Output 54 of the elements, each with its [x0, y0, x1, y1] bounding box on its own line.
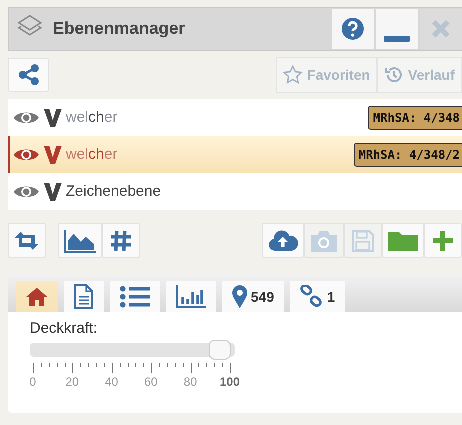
layer-row[interactable]: Zeichenebene	[8, 173, 462, 210]
save-icon	[351, 228, 375, 252]
help-icon	[341, 17, 365, 41]
folder-button[interactable]	[382, 223, 424, 258]
layer-badge: MRhSA: 4/348	[368, 106, 462, 130]
document-tab[interactable]	[64, 281, 104, 312]
scale-label: 80	[184, 375, 198, 389]
opacity-label: Deckkraft:	[30, 320, 99, 337]
list-icon	[120, 286, 150, 308]
pin-tab[interactable]: 549	[222, 281, 284, 312]
minimize-icon	[384, 36, 410, 42]
vector-icon	[43, 182, 63, 202]
upload-button[interactable]	[262, 223, 304, 258]
share-icon	[18, 64, 40, 86]
camera-icon	[309, 228, 339, 252]
history-icon	[384, 65, 404, 85]
layer-name: welcher	[66, 146, 118, 163]
swap-icon	[14, 230, 40, 250]
add-button[interactable]	[424, 223, 462, 258]
help-button[interactable]	[332, 9, 374, 49]
layer-row[interactable]: welcher MRhSA: 4/348	[8, 99, 462, 136]
opacity-slider[interactable]	[30, 343, 235, 357]
scale-label: 40	[105, 375, 118, 389]
scale-label: 100	[220, 375, 240, 389]
home-tab[interactable]	[16, 281, 58, 312]
cloud-upload-icon	[267, 228, 299, 252]
grid-button[interactable]	[102, 223, 140, 258]
layer-row[interactable]: welcher MRhSA: 4/348/2	[8, 136, 462, 173]
stats-tab[interactable]	[166, 281, 216, 312]
plus-icon	[432, 230, 454, 252]
layer-badge: MRhSA: 4/348/2	[354, 142, 462, 166]
list-tab[interactable]	[110, 281, 160, 312]
swap-button[interactable]	[8, 223, 46, 258]
minimize-button[interactable]	[376, 9, 418, 49]
star-icon	[283, 65, 304, 85]
close-icon	[431, 19, 451, 39]
window-title: Ebenenmanager	[53, 19, 186, 39]
document-icon	[74, 284, 94, 310]
link-tab[interactable]: 1	[290, 281, 346, 312]
share-button[interactable]	[8, 58, 49, 92]
layer-name: welcher	[66, 109, 118, 126]
scale-label: 60	[144, 375, 158, 389]
hash-icon	[109, 228, 133, 252]
home-icon	[26, 286, 48, 306]
area-chart-icon	[63, 228, 97, 254]
vector-icon	[43, 144, 63, 164]
bar-chart-icon	[176, 284, 206, 308]
chart-button[interactable]	[58, 223, 102, 258]
map-pin-icon	[232, 284, 248, 308]
link-icon	[300, 284, 324, 308]
vector-icon	[43, 108, 63, 128]
layer-name: Zeichenebene	[66, 183, 162, 200]
scale-label: 0	[30, 375, 36, 389]
scale-label: 20	[66, 375, 80, 389]
